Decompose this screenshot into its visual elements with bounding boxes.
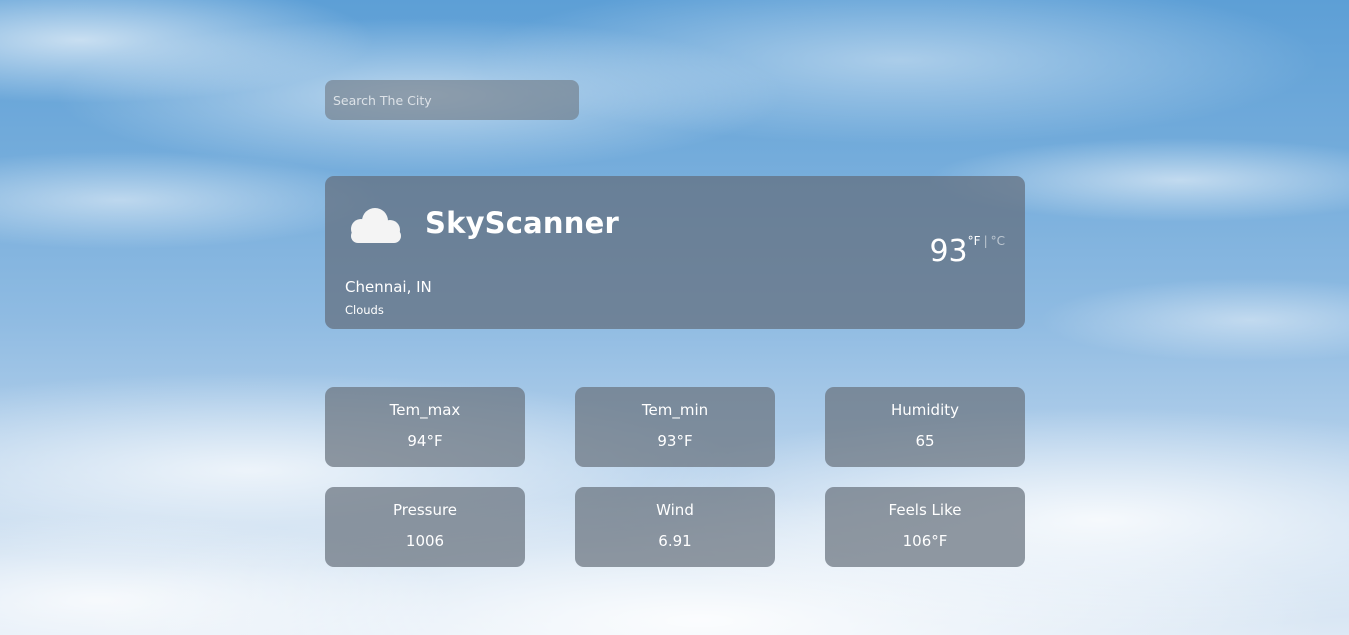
temperature-value: 93: [929, 234, 968, 269]
stat-value: 94°F: [407, 432, 443, 450]
stat-label: Wind: [656, 501, 694, 519]
unit-toggle: °F | °C: [968, 234, 1005, 248]
stat-card-pressure: Pressure 1006: [325, 487, 525, 567]
stat-value: 65: [915, 432, 935, 450]
stat-card-tem-max: Tem_max 94°F: [325, 387, 525, 467]
stat-card-tem-min: Tem_min 93°F: [575, 387, 775, 467]
stat-label: Humidity: [890, 401, 959, 419]
stat-value: 106°F: [902, 532, 948, 550]
search-box[interactable]: [325, 80, 579, 120]
stat-label: Tem_min: [641, 401, 709, 419]
stat-label: Pressure: [392, 501, 458, 519]
app-title: SkyScanner: [425, 206, 619, 240]
unit-fahrenheit[interactable]: °F: [968, 234, 981, 248]
stat-card-wind: Wind 6.91: [575, 487, 775, 567]
weather-condition: Clouds: [345, 303, 384, 317]
city-name: Chennai, IN: [345, 278, 432, 296]
stat-card-feels-like: Feels Like 106°F: [825, 487, 1025, 567]
stat-value: 6.91: [658, 532, 692, 550]
weather-card: SkyScanner 93 °F | °C Chennai, IN Clouds: [325, 176, 1025, 329]
stat-label: Feels Like: [888, 501, 962, 519]
stat-value: 1006: [405, 532, 445, 550]
temperature-display: 93 °F | °C: [929, 232, 1005, 272]
stat-value: 93°F: [657, 432, 693, 450]
stat-card-humidity: Humidity 65: [825, 387, 1025, 467]
cloud-icon: [351, 208, 401, 243]
search-input[interactable]: [325, 80, 579, 120]
unit-celsius[interactable]: °C: [991, 234, 1005, 248]
stat-label: Tem_max: [389, 401, 461, 419]
unit-separator: |: [983, 234, 988, 248]
